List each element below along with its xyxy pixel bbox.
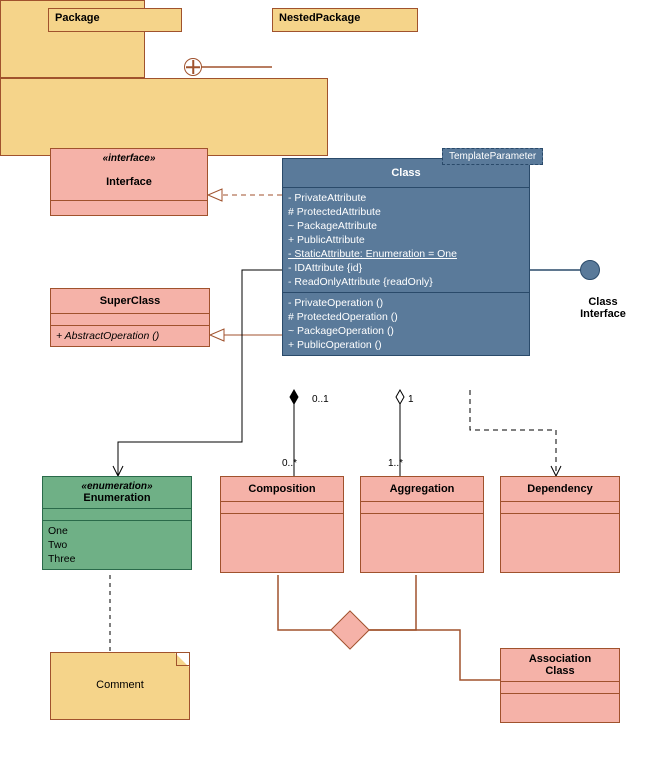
provided-interface-label: Class Interface bbox=[568, 296, 638, 320]
attr-protected: # ProtectedAttribute bbox=[288, 205, 524, 219]
uml-diagram-canvas: Package NestedPackage «interface» Interf… bbox=[0, 0, 646, 759]
op-private: - PrivateOperation () bbox=[288, 296, 524, 310]
aggregation-name: Aggregation bbox=[361, 477, 483, 502]
mult-comp-bot: 0..* bbox=[282, 458, 297, 469]
dependency-classifier: Dependency bbox=[500, 476, 620, 573]
attr-id: - IDAttribute {id} bbox=[288, 261, 524, 275]
superclass-name: SuperClass bbox=[51, 289, 209, 314]
nested-package-label: NestedPackage bbox=[279, 12, 360, 24]
interface-name: Interface bbox=[55, 164, 203, 196]
composition-classifier: Composition bbox=[220, 476, 344, 573]
mult-agg-top: 1 bbox=[408, 394, 414, 405]
op-public: + PublicOperation () bbox=[288, 338, 524, 352]
template-parameter: TemplateParameter bbox=[442, 148, 543, 165]
aggregation-classifier: Aggregation bbox=[360, 476, 484, 573]
attr-package: ~ PackageAttribute bbox=[288, 219, 524, 233]
composition-name: Composition bbox=[221, 477, 343, 502]
enum-literal-2: Two bbox=[48, 538, 186, 552]
package-label: Package bbox=[55, 12, 100, 24]
nesting-symbol bbox=[184, 58, 202, 76]
nested-package-body bbox=[0, 78, 328, 156]
interface-stereotype: «interface» bbox=[55, 153, 203, 164]
superclass-classifier: SuperClass + AbstractOperation () bbox=[50, 288, 210, 347]
package-tab: Package bbox=[48, 8, 182, 32]
mult-comp-top: 0..1 bbox=[312, 394, 329, 405]
attr-static: - StaticAttribute: Enumeration = One bbox=[288, 247, 524, 261]
attr-public: + PublicAttribute bbox=[288, 233, 524, 247]
enum-stereotype: «enumeration» bbox=[47, 481, 187, 492]
association-diamond bbox=[330, 610, 370, 650]
enumeration-classifier: «enumeration» Enumeration One Two Three bbox=[42, 476, 192, 570]
comment-text: Comment bbox=[57, 659, 183, 691]
association-class-name: Association Class bbox=[501, 649, 619, 682]
main-class: Class - PrivateAttribute # ProtectedAttr… bbox=[282, 158, 530, 356]
attr-private: - PrivateAttribute bbox=[288, 191, 524, 205]
association-class: Association Class bbox=[500, 648, 620, 723]
enum-literal-1: One bbox=[48, 524, 186, 538]
abstract-operation: + AbstractOperation () bbox=[56, 329, 204, 343]
enum-literal-3: Three bbox=[48, 552, 186, 566]
provided-interface-ball bbox=[580, 260, 600, 280]
dependency-name: Dependency bbox=[501, 477, 619, 502]
op-package: ~ PackageOperation () bbox=[288, 324, 524, 338]
op-protected: # ProtectedOperation () bbox=[288, 310, 524, 324]
attr-readonly: - ReadOnlyAttribute {readOnly} bbox=[288, 275, 524, 289]
comment-note: Comment bbox=[50, 652, 190, 720]
mult-agg-bot: 1..* bbox=[388, 458, 403, 469]
enum-name: Enumeration bbox=[47, 492, 187, 504]
nested-package-tab: NestedPackage bbox=[272, 8, 418, 32]
interface-classifier: «interface» Interface bbox=[50, 148, 208, 216]
